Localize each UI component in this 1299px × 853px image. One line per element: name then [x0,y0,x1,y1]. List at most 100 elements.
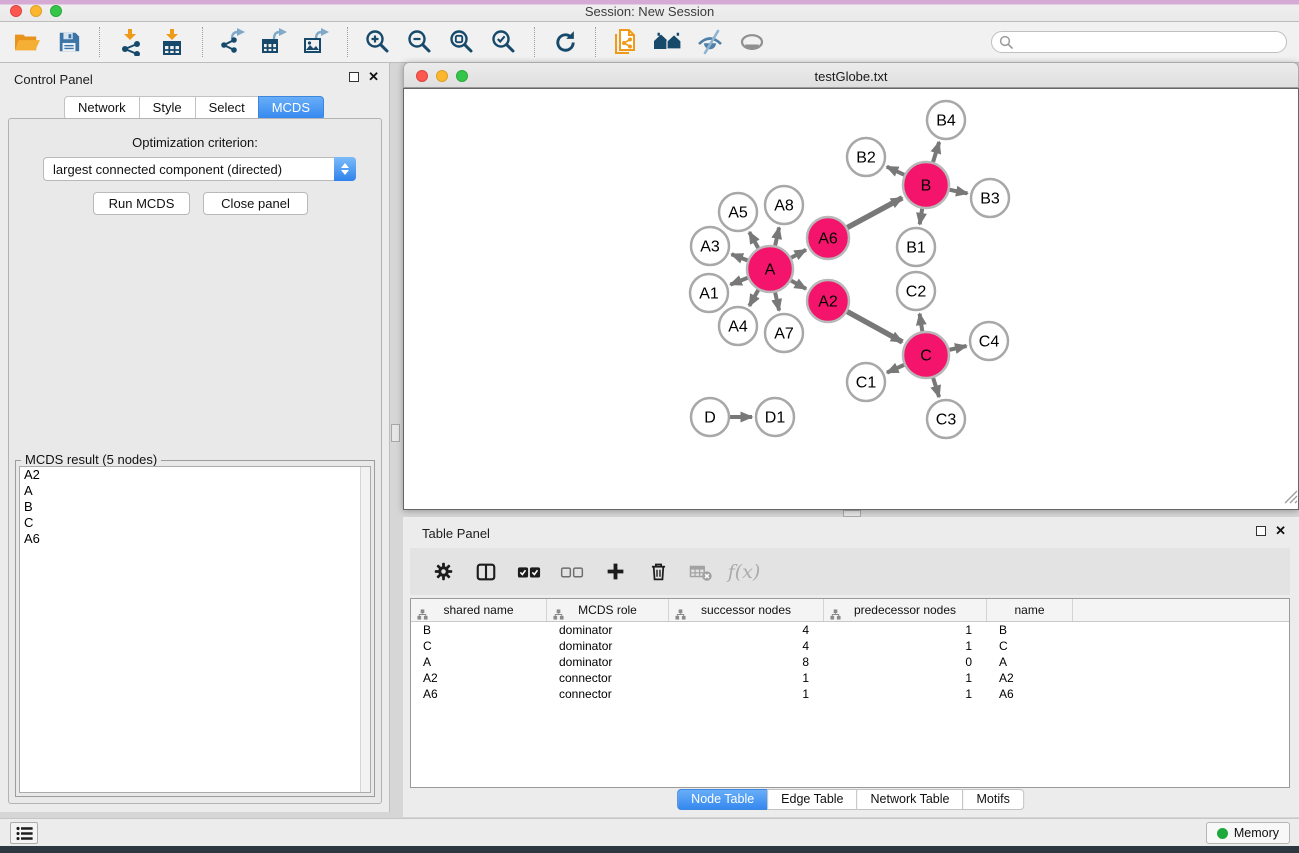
network-window-title: testGlobe.txt [404,69,1298,84]
network-canvas[interactable]: B4B2B3A5A8B1A3C2A1A4A7C4C1C3DD1A6A2BAC [403,88,1299,510]
open-file-icon[interactable] [12,27,42,57]
mcds-panel: Optimization criterion: largest connecte… [8,118,382,804]
zoom-in-icon[interactable] [363,27,393,57]
run-mcds-button[interactable]: Run MCDS [93,192,190,215]
network-graph-svg: B4B2B3A5A8B1A3C2A1A4A7C4C1C3DD1A6A2BAC [404,89,1296,507]
control-panel-title: Control Panel [14,72,93,87]
node-label-C2: C2 [906,284,927,301]
column-header-predecessor-nodes[interactable]: predecessor nodes [824,599,987,621]
table-settings-gear-icon[interactable] [430,559,456,585]
table-row-a[interactable]: Adominator80A [411,654,1289,670]
cell-name: B [987,622,1073,638]
table-tab-node-table[interactable]: Node Table [677,789,768,810]
desktop-background [0,846,1299,853]
window-resize-grip[interactable] [1284,490,1298,509]
tab-style[interactable]: Style [139,96,196,120]
select-all-icon[interactable] [516,559,542,585]
result-scrollbar[interactable] [360,467,370,792]
toolbar-separator [99,27,100,57]
import-network-icon[interactable] [115,27,145,57]
tab-mcds[interactable]: MCDS [258,96,324,120]
table-tab-network-table[interactable]: Network Table [857,789,964,810]
shared-column-icon [830,605,841,627]
column-header-mcds-role[interactable]: MCDS role [547,599,669,621]
network-window-titlebar[interactable]: testGlobe.txt [403,62,1299,88]
zoom-out-icon[interactable] [405,27,435,57]
cell-successor-nodes: 4 [669,622,824,638]
search-box [991,31,1287,53]
table-row-c[interactable]: Cdominator41C [411,638,1289,654]
node-label-A7: A7 [774,326,794,343]
node-label-A8: A8 [774,198,794,215]
show-all-eye-icon[interactable] [737,27,767,57]
close-panel-button[interactable]: Close panel [203,192,308,215]
mcds-result-title: MCDS result (5 nodes) [21,452,161,467]
cell-shared-name: A6 [411,686,547,702]
cell-shared-name: B [411,622,547,638]
zoom-fit-icon[interactable] [447,27,477,57]
task-history-button[interactable] [10,822,38,844]
table-body: Bdominator41BCdominator41CAdominator80AA… [411,622,1289,702]
first-neighbors-icon[interactable] [653,27,683,57]
result-item-b[interactable]: B [20,499,370,515]
table-header-row: shared name MCDS role successor nodes prede… [411,599,1289,622]
memory-button[interactable]: Memory [1206,822,1290,844]
node-label-C4: C4 [979,334,1000,351]
result-item-a2[interactable]: A2 [20,467,370,483]
export-network-icon[interactable] [218,27,248,57]
column-label: name [1014,603,1044,617]
table-tab-motifs[interactable]: Motifs [962,789,1023,810]
delete-column-trash-icon[interactable] [645,559,671,585]
column-header-name[interactable]: name [987,599,1073,621]
table-tab-edge-table[interactable]: Edge Table [767,789,857,810]
column-header-successor-nodes[interactable]: successor nodes [669,599,824,621]
function-builder-icon[interactable]: f(x) [731,559,757,585]
save-session-icon[interactable] [54,27,84,57]
shared-column-icon [417,605,428,627]
result-item-c[interactable]: C [20,515,370,531]
table-row-b[interactable]: Bdominator41B [411,622,1289,638]
hide-selected-eye-icon[interactable] [695,27,725,57]
cell-successor-nodes: 1 [669,670,824,686]
node-label-A: A [765,262,776,279]
column-label: predecessor nodes [854,603,956,617]
export-table-icon[interactable] [260,27,290,57]
column-header-shared-name[interactable]: shared name [411,599,547,621]
result-item-a6[interactable]: A6 [20,531,370,547]
cell-predecessor-nodes: 1 [824,622,987,638]
result-item-a[interactable]: A [20,483,370,499]
table-row-a2[interactable]: A2connector11A2 [411,670,1289,686]
horizontal-split-grip[interactable] [843,510,861,517]
tab-select[interactable]: Select [195,96,259,120]
deselect-all-icon[interactable] [559,559,585,585]
optimization-criterion-value: largest connected component (directed) [53,162,282,177]
close-panel-icon[interactable]: ✕ [1275,526,1286,536]
optimization-criterion-select[interactable]: largest connected component (directed) [43,157,356,181]
float-panel-icon[interactable] [349,72,359,82]
float-panel-icon[interactable] [1256,526,1266,536]
close-panel-icon[interactable]: ✕ [368,72,379,82]
cell-name: A [987,654,1073,670]
refresh-icon[interactable] [550,27,580,57]
table-row-a6[interactable]: A6connector11A6 [411,686,1289,702]
create-column-plus-icon[interactable] [602,559,628,585]
import-table-icon[interactable] [157,27,187,57]
table-toolbar: f(x) [410,548,1290,595]
toolbar-separator [595,27,596,57]
show-columns-icon[interactable] [473,559,499,585]
toolbar-separator [534,27,535,57]
tab-network[interactable]: Network [64,96,140,120]
vertical-split-grip[interactable] [391,424,400,442]
shared-column-icon [553,605,564,627]
table-panel: Table Panel ✕ [403,517,1299,817]
zoom-selected-icon[interactable] [489,27,519,57]
export-image-icon[interactable] [302,27,332,57]
node-label-C: C [920,348,932,365]
cell-successor-nodes: 8 [669,654,824,670]
search-input[interactable] [1017,33,1286,51]
network-from-file-icon[interactable] [611,27,641,57]
cell-predecessor-nodes: 1 [824,638,987,654]
column-label: MCDS role [578,603,637,617]
delete-table-icon[interactable] [688,559,714,585]
node-label-C3: C3 [936,412,957,429]
